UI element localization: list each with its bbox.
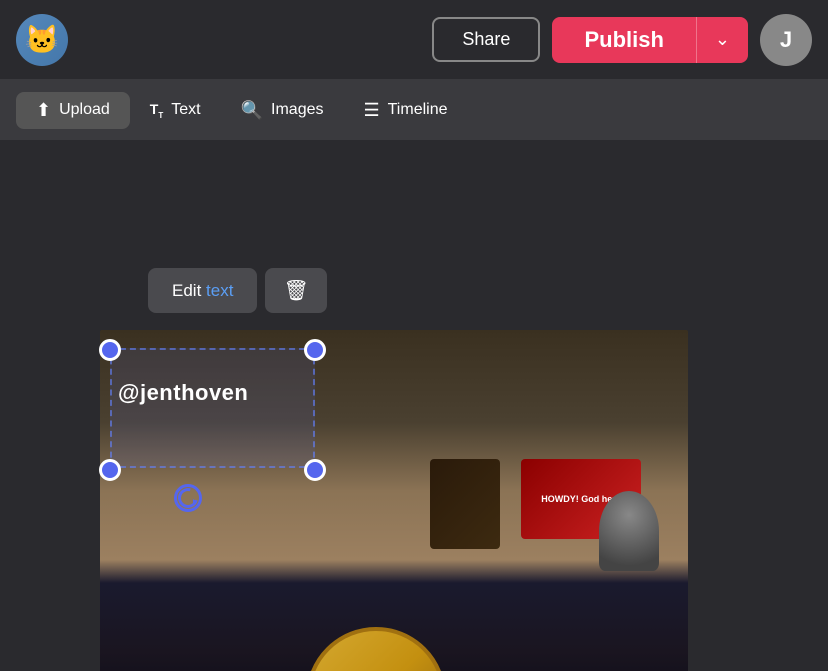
timeline-button[interactable]: ☰ Timeline xyxy=(343,92,467,129)
publish-group: Publish ⌄ xyxy=(552,17,748,63)
toolbar: ⬆ Upload TT Text 🔍 Images ☰ Timeline xyxy=(0,80,828,140)
canvas-text-element[interactable]: @jenthoven xyxy=(118,380,248,406)
images-button[interactable]: 🔍 Images xyxy=(221,92,344,129)
timeline-label: Timeline xyxy=(388,101,448,119)
edit-label: Edit xyxy=(172,281,201,300)
rotate-handle[interactable] xyxy=(174,484,202,512)
images-label: Images xyxy=(271,101,323,119)
images-icon: 🔍 xyxy=(241,100,263,121)
share-button[interactable]: Share xyxy=(432,17,540,62)
circle-logo: BLU xyxy=(306,627,446,671)
text-button[interactable]: TT Text xyxy=(130,93,221,128)
timeline-icon: ☰ xyxy=(363,100,379,121)
brand-avatar[interactable]: 🐱 xyxy=(16,14,68,66)
publish-button[interactable]: Publish xyxy=(552,17,695,63)
dark-box xyxy=(430,459,500,549)
upload-icon: ⬆ xyxy=(36,100,51,121)
publish-dropdown-button[interactable]: ⌄ xyxy=(696,17,748,63)
upload-button[interactable]: ⬆ Upload xyxy=(16,92,130,129)
text-highlight: text xyxy=(206,281,233,300)
edit-text-button[interactable]: Edit text xyxy=(148,268,257,313)
delete-button[interactable]: 🗑 xyxy=(265,268,326,313)
trash-icon: 🗑 xyxy=(283,278,308,303)
upload-label: Upload xyxy=(59,101,110,119)
handle-top-left[interactable] xyxy=(99,339,121,361)
edit-text-popup: Edit text 🗑 xyxy=(148,268,327,313)
handle-bottom-right[interactable] xyxy=(304,459,326,481)
canvas-area: Edit text 🗑 HOWDY! God here ew E. '2 '25… xyxy=(0,140,828,671)
rotate-icon xyxy=(174,484,201,511)
user-avatar-button[interactable]: J xyxy=(760,14,812,66)
header: 🐱 Share Publish ⌄ J xyxy=(0,0,828,80)
handle-bottom-left[interactable] xyxy=(99,459,121,481)
selection-box[interactable] xyxy=(110,348,315,468)
chevron-down-icon: ⌄ xyxy=(715,29,730,50)
text-icon: TT xyxy=(150,101,163,120)
text-label: Text xyxy=(171,101,200,119)
handle-top-right[interactable] xyxy=(304,339,326,361)
lamp-item xyxy=(599,491,659,571)
avatar-cat-icon: 🐱 xyxy=(16,14,68,66)
